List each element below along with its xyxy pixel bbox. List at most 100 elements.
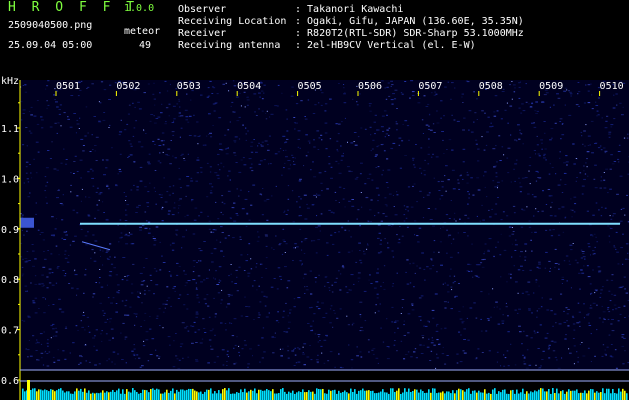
intensity-bar [330, 390, 332, 400]
intensity-bar [528, 393, 530, 400]
info-key: Observer [178, 4, 227, 15]
intensity-bar [462, 390, 464, 400]
intensity-bar [522, 388, 524, 400]
intensity-bar [506, 393, 508, 400]
intensity-bar [78, 390, 80, 400]
info-key: Receiving antenna [178, 40, 281, 51]
intensity-bar [224, 388, 226, 400]
intensity-bar [206, 389, 208, 400]
intensity-bar [54, 391, 56, 400]
intensity-bar [92, 392, 94, 400]
intensity-bar [184, 390, 186, 400]
intensity-bar [126, 389, 128, 400]
x-tick-label: 0510 [600, 81, 624, 92]
intensity-bar [180, 389, 182, 400]
intensity-bar [338, 390, 340, 400]
x-tick-label: 0501 [56, 81, 80, 92]
intensity-bar [86, 392, 88, 400]
intensity-bar [568, 389, 570, 400]
intensity-bar [68, 391, 70, 400]
intensity-bar [578, 393, 580, 400]
intensity-bar [504, 389, 506, 400]
intensity-bar [398, 388, 400, 400]
intensity-bar [234, 393, 236, 400]
intensity-bar [604, 393, 606, 400]
intensity-bar [300, 392, 302, 400]
intensity-bar [354, 389, 356, 400]
intensity-bar [292, 390, 294, 400]
intensity-bar [546, 391, 548, 400]
intensity-bar [226, 390, 228, 400]
intensity-bar [142, 389, 144, 400]
intensity-bar [428, 389, 430, 400]
y-tick-label: 0.7 [1, 326, 19, 337]
intensity-bar [262, 390, 264, 400]
intensity-bar [608, 388, 610, 400]
intensity-bar [244, 388, 246, 400]
intensity-bar [230, 393, 232, 400]
intensity-bar [552, 388, 554, 400]
intensity-bar [182, 389, 184, 400]
intensity-bar [152, 388, 154, 400]
intensity-bar [350, 388, 352, 400]
x-tick-label: 0505 [298, 81, 322, 92]
intensity-bar [288, 391, 290, 400]
intensity-bar [370, 390, 372, 400]
intensity-bar [570, 390, 572, 400]
intensity-bar [198, 392, 200, 400]
intensity-bar [482, 392, 484, 400]
intensity-bar [532, 392, 534, 400]
x-tick-label: 0509 [539, 81, 563, 92]
intensity-bar [322, 388, 324, 400]
app-title: H R O F F T [8, 0, 139, 15]
info-value: : 2el-HB9CV Vertical (el. E-W) [295, 40, 476, 51]
spectrogram-plot: kHz 1.1 1.0 0.9 0.8 0.7 0.6 0501 0502 0503 0504 050… [0, 70, 629, 400]
intensity-bar [518, 393, 520, 400]
intensity-bar [560, 391, 562, 400]
intensity-bar [264, 390, 266, 400]
intensity-bar [256, 393, 258, 400]
intensity-bar [410, 392, 412, 400]
intensity-bar [44, 389, 46, 400]
intensity-bar [162, 393, 164, 400]
x-tick-label: 0506 [358, 81, 382, 92]
intensity-bar [488, 392, 490, 400]
intensity-bar [562, 390, 564, 400]
intensity-bar [254, 388, 256, 400]
intensity-bar [172, 388, 174, 400]
intensity-bar [212, 393, 214, 400]
intensity-bar [114, 392, 116, 400]
info-value: : Ogaki, Gifu, JAPAN (136.60E, 35.35N) [295, 16, 524, 27]
intensity-bar [156, 388, 158, 400]
intensity-bar [210, 388, 212, 400]
intensity-bar [194, 390, 196, 400]
intensity-bar [374, 393, 376, 400]
intensity-bar [490, 393, 492, 400]
intensity-bar [594, 392, 596, 400]
intensity-bar [320, 389, 322, 400]
intensity-bar [508, 393, 510, 400]
intensity-bar [366, 390, 368, 400]
intensity-bar [146, 390, 148, 400]
intensity-bar [346, 392, 348, 400]
intensity-bar [232, 393, 234, 400]
intensity-bar [138, 393, 140, 400]
intensity-bar [40, 389, 42, 400]
intensity-bar [380, 391, 382, 400]
info-value: : R820T2(RTL-SDR) SDR-Sharp 53.1000MHz [295, 28, 524, 39]
intensity-bar [96, 392, 98, 400]
intensity-bar [50, 389, 52, 400]
intensity-bar [84, 388, 86, 400]
intensity-bar [32, 388, 34, 400]
intensity-bar [394, 392, 396, 400]
app-version: 1.0.0 [124, 3, 155, 14]
intensity-bar [420, 389, 422, 400]
intensity-bar [268, 390, 270, 400]
intensity-bar [572, 390, 574, 400]
spectrogram-svg: kHz 1.1 1.0 0.9 0.8 0.7 0.6 0501 0502 0503 0504 050… [1, 76, 629, 400]
intensity-bar [128, 391, 130, 400]
intensity-bar [472, 390, 474, 400]
intensity-bar [140, 392, 142, 400]
info-row-observer: Observer: Takanori Kawachi [178, 4, 403, 16]
intensity-bar [116, 390, 118, 400]
